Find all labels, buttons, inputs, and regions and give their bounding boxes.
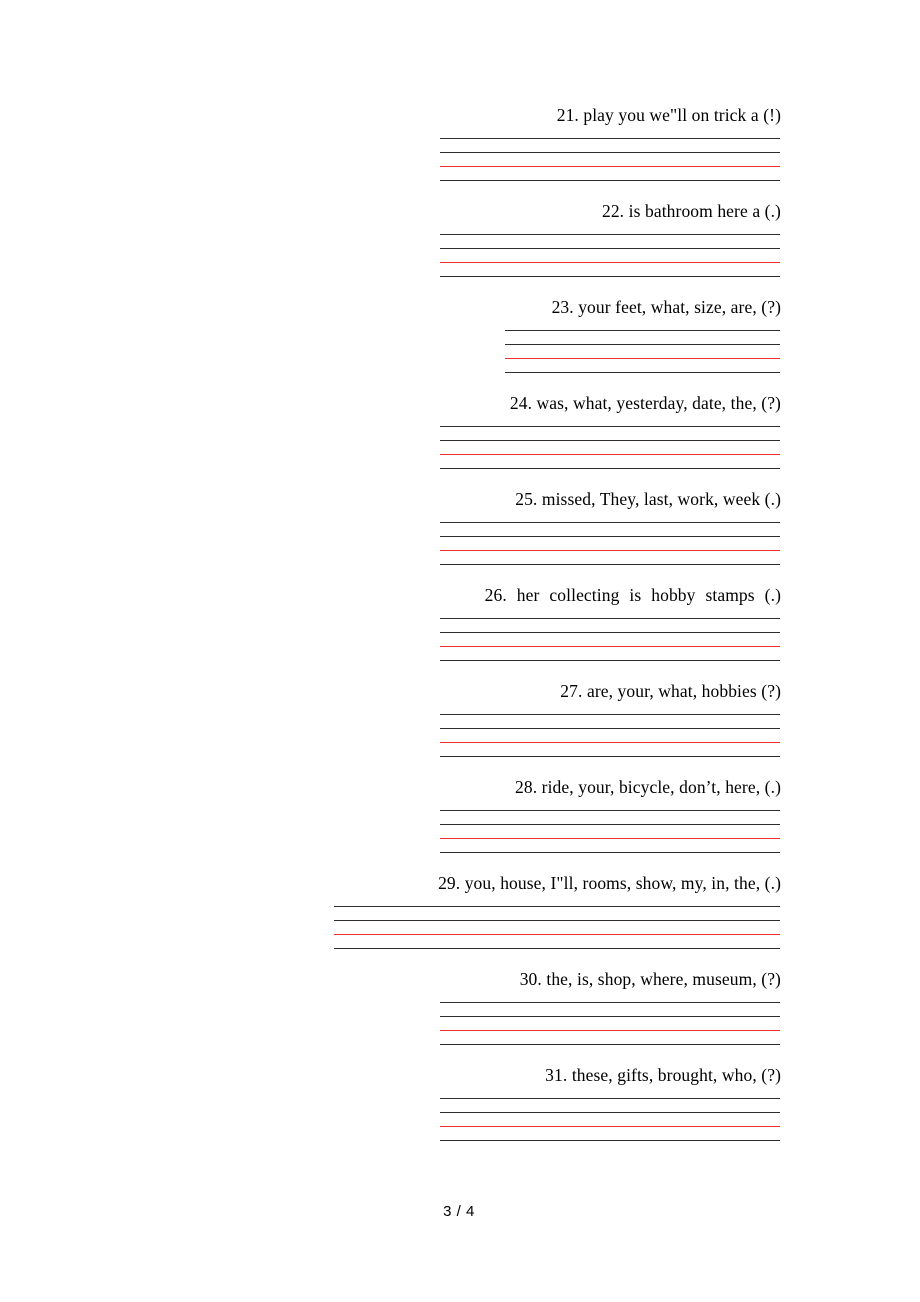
answer-line-black [440, 1112, 780, 1113]
answer-line-black [440, 714, 780, 715]
exercise-item: 31. these, gifts, brought, who, (?) [0, 1064, 920, 1160]
exercise-prompt: 24. was, what, yesterday, date, the, (?) [509, 393, 781, 413]
answer-line-black [440, 632, 780, 633]
answer-line-red [440, 1030, 780, 1031]
exercise-item: 27. are, your, what, hobbies (?) [0, 680, 920, 776]
answer-line-black [440, 824, 780, 825]
exercise-item: 22. is bathroom here a (.) [0, 200, 920, 296]
answer-line-black [440, 152, 780, 153]
answer-line-black [440, 618, 780, 619]
answer-line-red [440, 454, 780, 455]
exercise-item: 21. play you we"ll on trick a (!) [0, 104, 920, 200]
answer-lines[interactable] [440, 1002, 780, 1050]
answer-line-black [440, 660, 780, 661]
answer-line-black [334, 920, 780, 921]
exercise-prompt: 25. missed, They, last, work, week (.) [515, 489, 781, 509]
answer-line-black [440, 138, 780, 139]
exercise-item: 30. the, is, shop, where, museum, (?) [0, 968, 920, 1064]
exercise-prompt: 28. ride, your, bicycle, don’t, here, (.… [515, 777, 781, 797]
answer-line-black [440, 728, 780, 729]
exercise-item: 25. missed, They, last, work, week (.) [0, 488, 920, 584]
exercise-prompt: 23. your feet, what, size, are, (?) [551, 297, 781, 317]
answer-line-black [440, 564, 780, 565]
exercise-prompt: 22. is bathroom here a (.) [601, 201, 781, 221]
answer-line-black [440, 180, 780, 181]
answer-line-black [440, 756, 780, 757]
exercise-prompt: 27. are, your, what, hobbies (?) [560, 681, 781, 701]
answer-lines[interactable] [440, 714, 780, 762]
answer-line-black [440, 276, 780, 277]
answer-line-black [440, 1140, 780, 1141]
answer-line-black [440, 1098, 780, 1099]
exercise-item: 29. you, house, I"ll, rooms, show, my, i… [0, 872, 920, 968]
answer-lines[interactable] [440, 138, 780, 186]
answer-line-black [440, 810, 780, 811]
exercise-item: 23. your feet, what, size, are, (?) [0, 296, 920, 392]
answer-lines[interactable] [334, 906, 780, 954]
answer-line-black [440, 468, 780, 469]
answer-line-black [440, 1002, 780, 1003]
answer-lines[interactable] [505, 330, 780, 378]
exercise-list: 21. play you we"ll on trick a (!) 22. is … [0, 104, 920, 1160]
answer-line-red [440, 262, 780, 263]
exercise-item: 26. her collecting is hobby stamps (.) [0, 584, 920, 680]
answer-line-red [334, 934, 780, 935]
answer-line-black [440, 522, 780, 523]
exercise-prompt: 30. the, is, shop, where, museum, (?) [519, 969, 781, 989]
answer-lines[interactable] [440, 522, 780, 570]
answer-line-black [440, 1044, 780, 1045]
answer-line-black [440, 426, 780, 427]
answer-lines[interactable] [440, 1098, 780, 1146]
answer-line-black [440, 536, 780, 537]
exercise-prompt: 26. her collecting is hobby stamps (.) [484, 585, 781, 605]
answer-line-black [440, 440, 780, 441]
answer-line-red [440, 838, 780, 839]
answer-line-red [440, 646, 780, 647]
answer-line-red [440, 550, 780, 551]
answer-line-red [440, 1126, 780, 1127]
answer-line-black [505, 330, 780, 331]
answer-line-red [440, 742, 780, 743]
answer-line-black [440, 852, 780, 853]
page-footer: 3 / 4 [0, 1203, 920, 1220]
answer-line-black [505, 344, 780, 345]
answer-line-black [440, 234, 780, 235]
worksheet-page: 21. play you we"ll on trick a (!) 22. is … [0, 0, 920, 1302]
answer-line-black [505, 372, 780, 373]
answer-lines[interactable] [440, 810, 780, 858]
exercise-item: 28. ride, your, bicycle, don’t, here, (.… [0, 776, 920, 872]
exercise-prompt: 29. you, house, I"ll, rooms, show, my, i… [438, 873, 781, 893]
answer-line-red [440, 166, 780, 167]
answer-line-black [334, 948, 780, 949]
answer-lines[interactable] [440, 426, 780, 474]
answer-line-black [440, 1016, 780, 1017]
exercise-item: 24. was, what, yesterday, date, the, (?) [0, 392, 920, 488]
answer-lines[interactable] [440, 234, 780, 282]
answer-line-red [505, 358, 780, 359]
exercise-prompt: 31. these, gifts, brought, who, (?) [545, 1065, 781, 1085]
answer-line-black [334, 906, 780, 907]
exercise-prompt: 21. play you we"ll on trick a (!) [556, 105, 781, 125]
answer-line-black [440, 248, 780, 249]
answer-lines[interactable] [440, 618, 780, 666]
page-number-label: 3 / 4 [443, 1203, 475, 1220]
